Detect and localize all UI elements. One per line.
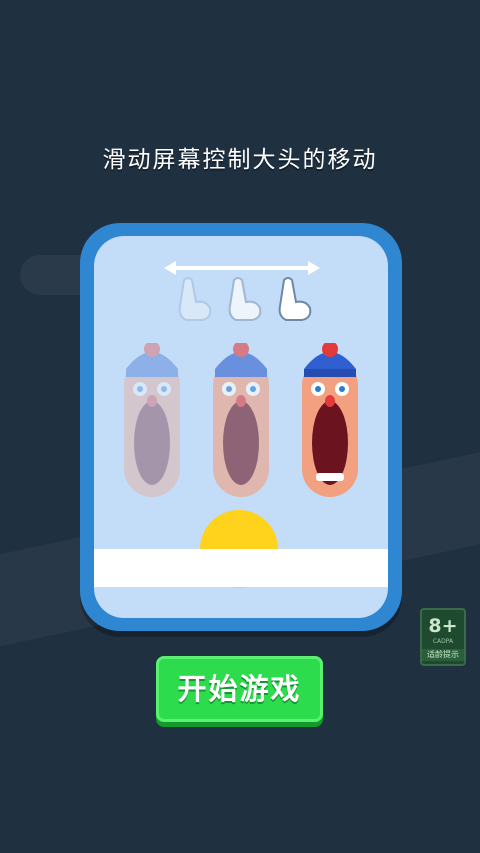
start-game-button[interactable]: 开始游戏 (156, 656, 323, 722)
character-ghost (211, 343, 271, 499)
age-rating-note: 适龄提示 (422, 649, 464, 661)
tutorial-scene (94, 236, 388, 618)
age-rating-code: CADPA (432, 638, 454, 645)
instruction-text: 滑动屏幕控制大头的移动 (102, 147, 378, 173)
character-ghost (122, 343, 182, 499)
big-head-character (300, 343, 360, 499)
age-rating-badge: 8+ CADPA 适龄提示 (420, 608, 466, 666)
age-rating-value: 8+ (428, 615, 458, 637)
pointing-hand-icon (228, 277, 262, 321)
pointing-hand-icon (278, 277, 312, 321)
floor-strip (94, 549, 388, 587)
swipe-gesture (162, 256, 332, 326)
tutorial-card (80, 223, 402, 631)
pointing-hand-icon (178, 277, 212, 321)
swipe-arrow-icon (164, 261, 320, 321)
